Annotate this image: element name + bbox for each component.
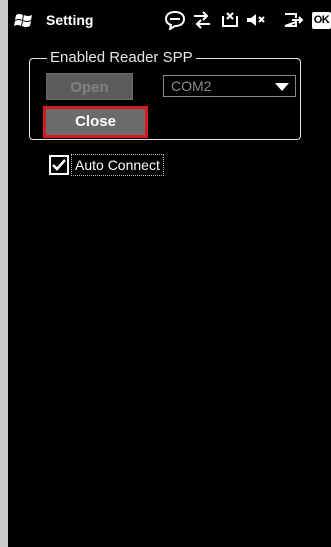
window-title: Setting (46, 12, 94, 28)
close-button[interactable]: Close (43, 106, 148, 138)
open-button[interactable]: Open (46, 73, 133, 100)
checkmark-icon (52, 159, 66, 171)
ok-button[interactable]: OK (312, 12, 331, 29)
title-bar: Setting OK (8, 0, 331, 41)
speaker-muted-icon[interactable] (245, 10, 267, 30)
group-legend: Enabled Reader SPP (47, 49, 196, 67)
message-icon[interactable] (164, 10, 186, 30)
battery-icon[interactable] (282, 10, 306, 30)
com-port-select[interactable]: COM2 (163, 75, 296, 97)
device-screen: Setting OK Enabled Reader SPP Open COM2 (8, 0, 331, 547)
auto-connect-label[interactable]: Auto Connect (71, 154, 164, 176)
chevron-down-icon (275, 83, 289, 91)
com-port-value: COM2 (171, 78, 212, 94)
sync-arrows-icon[interactable] (191, 10, 213, 30)
no-signal-icon[interactable] (219, 10, 241, 30)
windows-start-icon[interactable] (14, 12, 34, 29)
auto-connect-checkbox[interactable] (49, 155, 69, 175)
